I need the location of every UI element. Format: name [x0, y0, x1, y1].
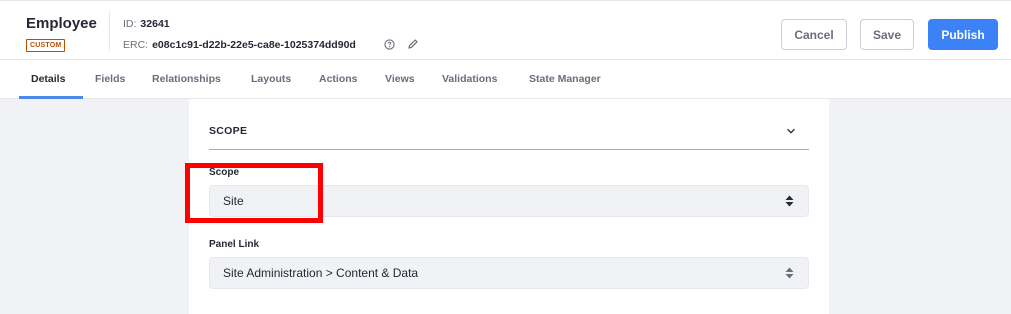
publish-button[interactable]: Publish	[928, 19, 998, 50]
panel-link-select-value: Site Administration > Content & Data	[223, 266, 419, 280]
object-title: Employee	[26, 15, 97, 32]
section-divider	[209, 149, 809, 150]
caret-double-icon	[785, 267, 794, 279]
object-id: ID: 32641	[123, 18, 170, 30]
highlight-box	[185, 163, 323, 223]
save-button[interactable]: Save	[860, 19, 914, 50]
chevron-down-icon[interactable]	[786, 126, 796, 136]
tab-state-manager[interactable]: State Manager	[529, 60, 601, 98]
erc-label: ERC:	[123, 39, 149, 51]
custom-badge: CUSTOM	[26, 39, 66, 52]
tab-views[interactable]: Views	[385, 60, 415, 98]
panel-link-select[interactable]: Site Administration > Content & Data	[209, 257, 809, 289]
tab-details[interactable]: Details	[31, 60, 65, 98]
section-title[interactable]: SCOPE	[209, 125, 247, 137]
pencil-icon[interactable]	[407, 38, 419, 50]
tab-validations[interactable]: Validations	[442, 60, 497, 98]
cancel-button[interactable]: Cancel	[781, 19, 847, 50]
tab-bar: Details Fields Relationships Layouts Act…	[0, 60, 1011, 99]
active-tab-indicator	[19, 96, 83, 99]
id-label: ID:	[123, 18, 137, 30]
panel-link-label: Panel Link	[209, 239, 260, 250]
object-erc: ERC: e08c1c91-d22b-22e5-ca8e-1025374dd90d	[123, 39, 356, 51]
id-value: 32641	[140, 18, 170, 30]
page-header: Employee CUSTOM ID: 32641 ERC: e08c1c91-d2…	[0, 0, 1011, 60]
tab-actions[interactable]: Actions	[319, 60, 358, 98]
caret-double-icon	[785, 195, 794, 207]
tab-relationships[interactable]: Relationships	[152, 60, 221, 98]
header-divider	[109, 11, 110, 51]
erc-value: e08c1c91-d22b-22e5-ca8e-1025374dd90d	[152, 39, 356, 51]
tab-fields[interactable]: Fields	[95, 60, 125, 98]
help-circle-icon[interactable]	[384, 39, 395, 50]
tab-layouts[interactable]: Layouts	[251, 60, 291, 98]
